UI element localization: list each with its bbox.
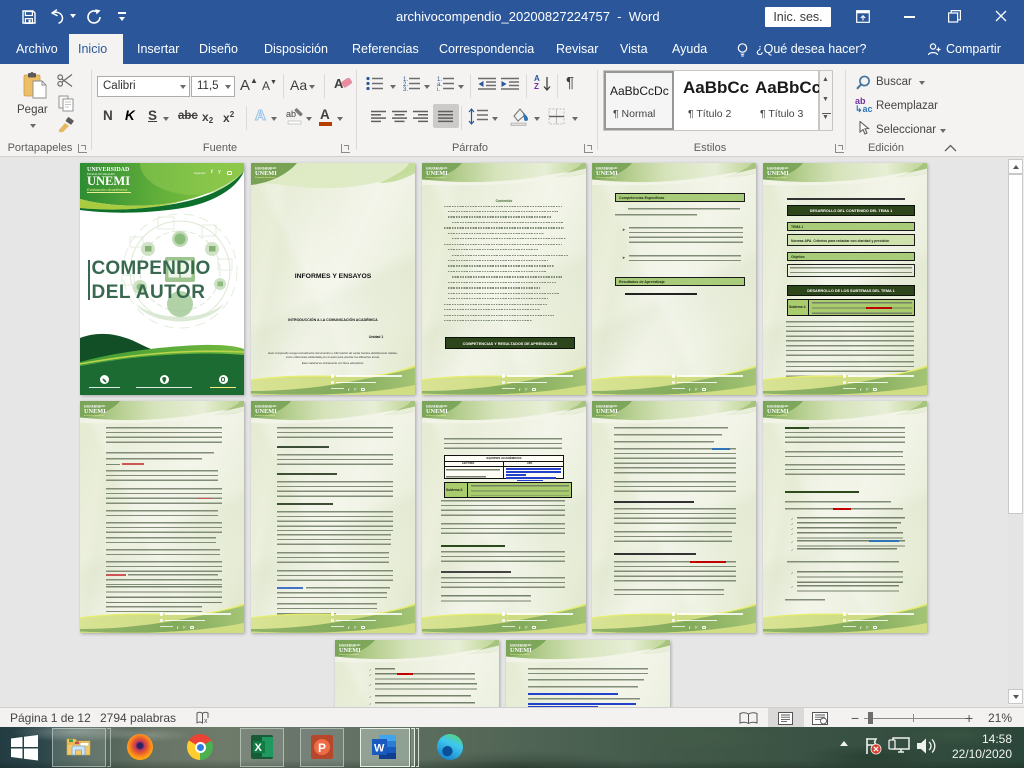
svg-text:3.: 3. <box>403 87 408 92</box>
svg-text:x: x <box>204 718 208 725</box>
svg-text:ab: ab <box>286 109 296 119</box>
svg-text:W: W <box>374 743 385 755</box>
svg-text:i.: i. <box>437 87 440 92</box>
svg-text:X: X <box>255 742 263 754</box>
svg-text:P: P <box>318 741 326 755</box>
